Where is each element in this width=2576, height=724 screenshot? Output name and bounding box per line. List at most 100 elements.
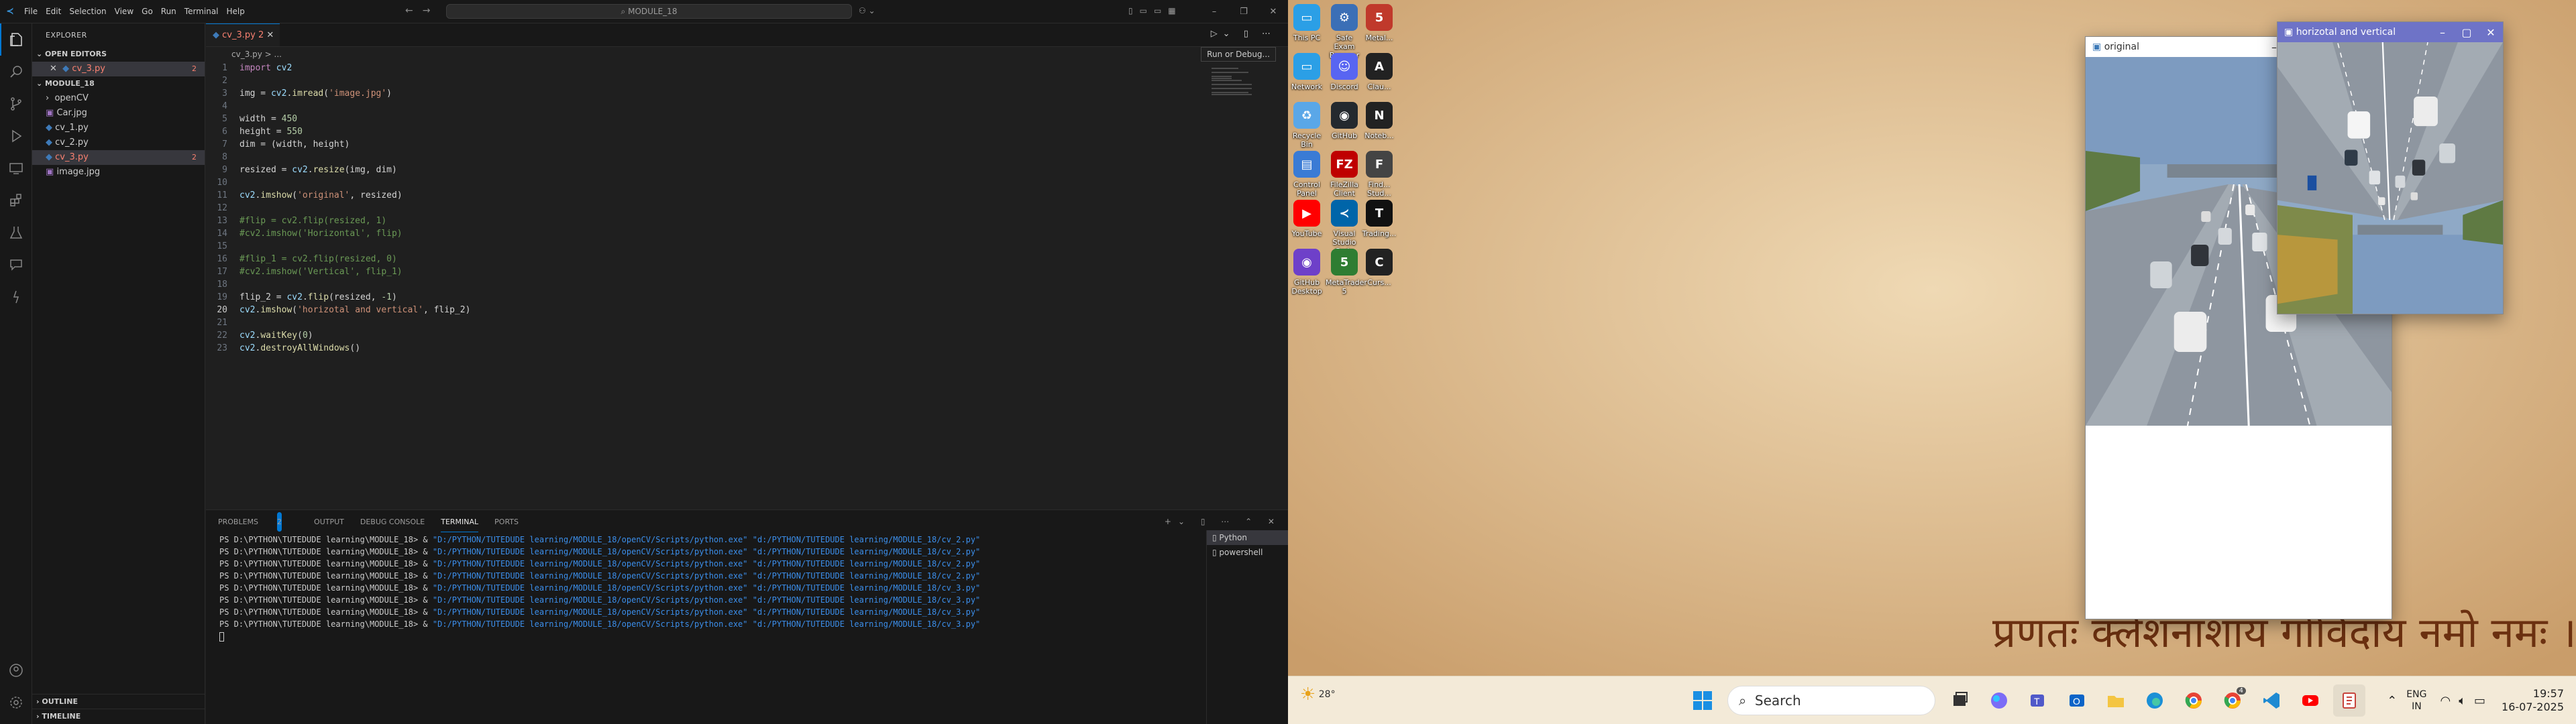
- desktop-icon[interactable]: ♻ Recycle Bin: [1288, 102, 1326, 149]
- vscode-taskbar-icon[interactable]: [2255, 684, 2288, 717]
- desktop-icon[interactable]: A Clau...: [1360, 53, 1398, 91]
- desktop-icon[interactable]: ☺ Discord: [1326, 53, 1363, 91]
- desktop-icon[interactable]: ◉ GitHub Desktop: [1288, 249, 1326, 296]
- code-line[interactable]: 17 #cv2.imshow('Vertical', flip_1): [206, 265, 1288, 278]
- volume-icon[interactable]: 🔈︎: [2459, 694, 2466, 708]
- minimize-icon[interactable]: –: [1199, 7, 1229, 17]
- code-line[interactable]: 10: [206, 176, 1288, 189]
- settings-gear-icon[interactable]: [0, 686, 32, 719]
- code-line[interactable]: 5 width = 450: [206, 113, 1288, 125]
- code-editor[interactable]: 1 import cv2 2 3 img = cv2.imread('image.jpg…: [206, 62, 1288, 355]
- menu-run[interactable]: Run: [157, 7, 180, 16]
- desktop-icon[interactable]: ▭ This PC: [1288, 4, 1326, 42]
- file-explorer-icon[interactable]: [2100, 684, 2132, 717]
- tree-item-folder[interactable]: › openCV: [32, 91, 205, 106]
- desktop-icon[interactable]: C Curs...: [1360, 249, 1398, 287]
- code-line[interactable]: 2: [206, 74, 1288, 87]
- terminal-session-powershell[interactable]: ▯ powershell: [1207, 545, 1288, 560]
- code-line[interactable]: 21: [206, 316, 1288, 329]
- code-line[interactable]: 22 cv2.waitKey(0): [206, 329, 1288, 342]
- window-titlebar[interactable]: ▣ horizotal and vertical – ▢ ✕: [2277, 22, 2503, 42]
- menu-selection[interactable]: Selection: [65, 7, 110, 16]
- explorer-icon[interactable]: [0, 23, 32, 56]
- start-icon[interactable]: [1686, 684, 1719, 717]
- teams-icon[interactable]: T: [2022, 684, 2054, 717]
- clock[interactable]: 19:57 16-07-2025: [2502, 687, 2564, 714]
- tab-ports[interactable]: PORTS: [494, 512, 519, 532]
- tree-item-file[interactable]: ◆ cv_2.py: [32, 135, 205, 150]
- taskbar-search[interactable]: ⌕ Search: [1727, 686, 1935, 715]
- edge-icon[interactable]: [2139, 684, 2171, 717]
- tree-item-file[interactable]: ▣ image.jpg: [32, 165, 205, 180]
- desktop-icon[interactable]: ≺Visual Studio Code: [1326, 200, 1363, 255]
- battery-icon[interactable]: ▭: [2474, 694, 2485, 708]
- layout-buttons[interactable]: ▯▭▭▦: [1128, 6, 1183, 15]
- account-icon[interactable]: [0, 654, 32, 686]
- tab-problems[interactable]: PROBLEMS 2: [218, 512, 298, 532]
- code-line[interactable]: 16 #flip_1 = cv2.flip(resized, 0): [206, 253, 1288, 265]
- tab-output[interactable]: OUTPUT: [314, 512, 344, 532]
- code-line[interactable]: 20 cv2.imshow('horizotal and vertical', f…: [206, 304, 1288, 316]
- code-line[interactable]: 1 import cv2: [206, 62, 1288, 74]
- desktop-icon[interactable]: N Noteb...: [1360, 102, 1398, 140]
- close-icon[interactable]: ✕: [1258, 7, 1288, 17]
- menu-terminal[interactable]: Terminal: [180, 7, 223, 16]
- chrome-profile-icon[interactable]: 4: [2216, 684, 2249, 717]
- terminal-output[interactable]: PS D:\PYTHON\TUTEDUDE learning\MODULE_18…: [219, 534, 1205, 642]
- desktop-icon[interactable]: ▤ Control Panel: [1288, 151, 1326, 198]
- command-center[interactable]: ⌕ MODULE_18: [446, 4, 852, 19]
- desktop-icon[interactable]: ▭ Network: [1288, 53, 1326, 91]
- close-icon[interactable]: ✕: [50, 64, 57, 74]
- python-icon[interactable]: [0, 281, 32, 313]
- extensions-icon[interactable]: [0, 184, 32, 217]
- menu-help[interactable]: Help: [223, 7, 249, 16]
- menu-view[interactable]: View: [111, 7, 138, 16]
- code-line[interactable]: 15: [206, 240, 1288, 253]
- code-line[interactable]: 8: [206, 151, 1288, 164]
- menu-file[interactable]: File: [20, 7, 42, 16]
- desktop-icon[interactable]: ▶ YouTube: [1288, 200, 1326, 238]
- desktop-icon[interactable]: 5 MetaTrader 5: [1326, 249, 1367, 296]
- timeline-section[interactable]: › TIMELINE: [32, 709, 205, 724]
- tray-chevron-up-icon[interactable]: ⌃: [2387, 694, 2397, 708]
- testing-icon[interactable]: [0, 217, 32, 249]
- desktop-icon[interactable]: F Find... Stud...: [1360, 151, 1398, 198]
- menu-edit[interactable]: Edit: [42, 7, 65, 16]
- remote-explorer-icon[interactable]: [0, 152, 32, 184]
- tab-terminal[interactable]: TERMINAL: [441, 512, 479, 532]
- desktop-icon[interactable]: 5 Metal...: [1360, 4, 1398, 42]
- code-line[interactable]: 18: [206, 278, 1288, 291]
- terminal-cursor[interactable]: [219, 630, 1205, 642]
- close-icon[interactable]: ✕: [2479, 26, 2503, 39]
- tree-item-file[interactable]: ◆ cv_1.py: [32, 121, 205, 135]
- open-editor-item[interactable]: ✕ ◆ cv_3.py 2: [32, 62, 205, 76]
- minimize-icon[interactable]: –: [2430, 26, 2455, 39]
- breadcrumb[interactable]: cv_3.py > ...: [206, 47, 1288, 62]
- open-editors-section[interactable]: ⌄ OPEN EDITORS: [32, 47, 205, 62]
- code-line[interactable]: 4: [206, 100, 1288, 113]
- panel-toolbar[interactable]: +⌄ ▯ ⋯ ⌃ ✕: [1165, 517, 1281, 526]
- code-line[interactable]: 9 resized = cv2.resize(img, dim): [206, 164, 1288, 176]
- code-line[interactable]: 6 height = 550: [206, 125, 1288, 138]
- tree-item-file-active[interactable]: ◆ cv_3.py 2: [32, 150, 205, 165]
- close-icon[interactable]: ✕: [266, 30, 274, 40]
- tab-cv3[interactable]: ◆ cv_3.py 2 ✕: [206, 23, 280, 46]
- menu-go[interactable]: Go: [138, 7, 157, 16]
- maximize-icon[interactable]: ▢: [2455, 26, 2479, 39]
- tab-debug-console[interactable]: DEBUG CONSOLE: [360, 512, 425, 532]
- desktop-icon[interactable]: ◉ GitHub: [1326, 102, 1363, 140]
- code-line[interactable]: 11 cv2.imshow('original', resized): [206, 189, 1288, 202]
- tree-item-file[interactable]: ▣ Car.jpg: [32, 106, 205, 121]
- chat-icon[interactable]: [0, 249, 32, 281]
- minimap[interactable]: [1212, 67, 1279, 107]
- opencv-window-flipped[interactable]: ▣ horizotal and vertical – ▢ ✕: [2277, 21, 2504, 314]
- wifi-icon[interactable]: ◠: [2440, 694, 2451, 708]
- maximize-icon[interactable]: ❐: [1229, 7, 1258, 17]
- youtube-taskbar-icon[interactable]: [2294, 684, 2326, 717]
- language-indicator[interactable]: ENG IN: [2406, 688, 2426, 713]
- desktop-icon[interactable]: FZ FileZilla Client: [1326, 151, 1363, 198]
- code-line[interactable]: 3 img = cv2.imread('image.jpg'): [206, 87, 1288, 100]
- code-line[interactable]: 7 dim = (width, height): [206, 138, 1288, 151]
- project-section[interactable]: ⌄ MODULE_18: [32, 76, 205, 91]
- nav-arrows[interactable]: ←→: [405, 5, 439, 16]
